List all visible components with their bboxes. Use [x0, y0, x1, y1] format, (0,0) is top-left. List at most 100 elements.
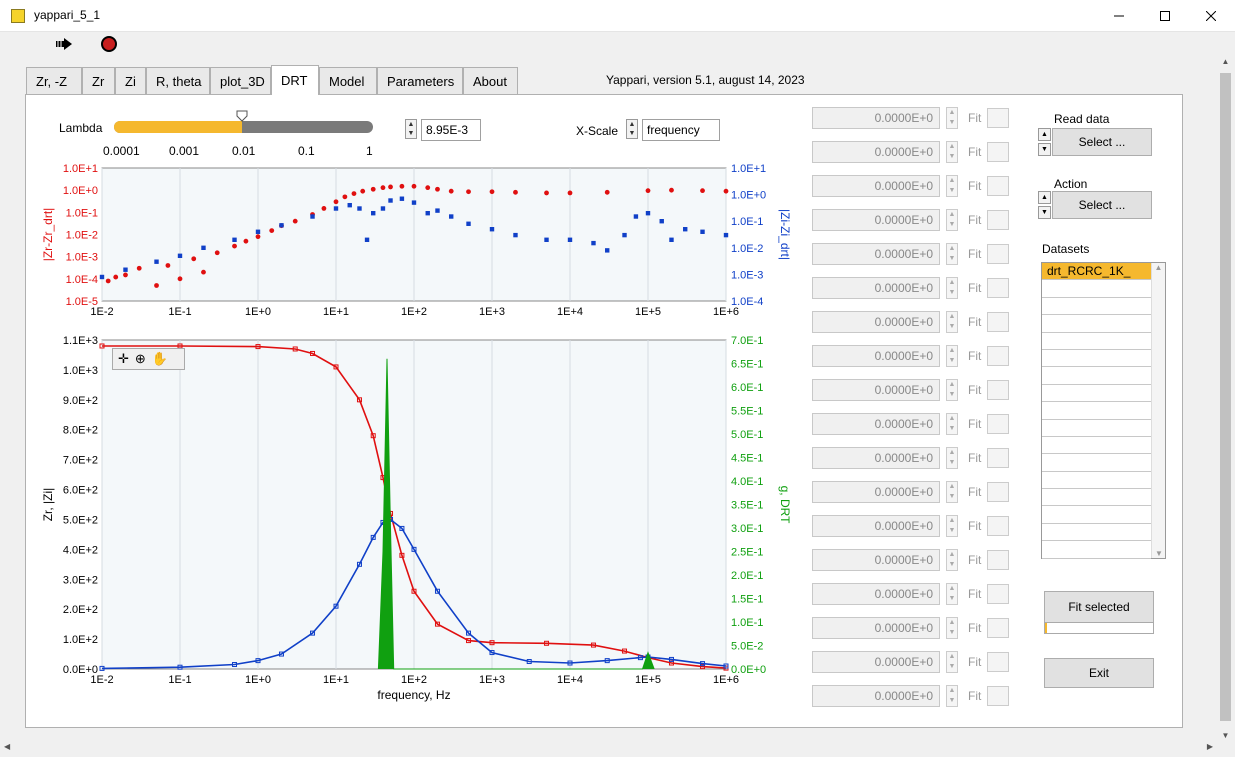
exit-button[interactable]: Exit	[1044, 658, 1154, 688]
fit-param-value[interactable]: 0.0000E+0	[812, 379, 940, 401]
fit-param-spinner[interactable]: ▲ ▼	[946, 345, 958, 367]
fit-checkbox[interactable]	[987, 516, 1009, 536]
dataset-row[interactable]	[1042, 280, 1151, 298]
lambda-slider[interactable]	[114, 121, 373, 133]
fit-param-spinner[interactable]: ▲ ▼	[946, 481, 958, 503]
fit-param-spinner[interactable]: ▲ ▼	[946, 447, 958, 469]
dataset-row[interactable]	[1042, 437, 1151, 455]
datasets-list[interactable]: drt_RCRC_1K_ ▲ ▼	[1041, 262, 1166, 559]
fit-checkbox[interactable]	[987, 142, 1009, 162]
fit-checkbox[interactable]	[987, 652, 1009, 672]
fit-param-spinner[interactable]: ▲ ▼	[946, 651, 958, 673]
fit-param-value[interactable]: 0.0000E+0	[812, 311, 940, 333]
tab-zi[interactable]: Zi	[115, 67, 146, 94]
fit-checkbox[interactable]	[987, 448, 1009, 468]
fit-param-spinner[interactable]: ▲ ▼	[946, 277, 958, 299]
fit-param-value[interactable]: 0.0000E+0	[812, 685, 940, 707]
fit-param-spinner[interactable]: ▲ ▼	[946, 175, 958, 197]
fit-param-value[interactable]: 0.0000E+0	[812, 141, 940, 163]
fit-param-value[interactable]: 0.0000E+0	[812, 481, 940, 503]
fit-param-spinner[interactable]: ▲ ▼	[946, 617, 958, 639]
tab-zr-z[interactable]: Zr, -Z	[26, 67, 82, 94]
stop-icon[interactable]	[101, 36, 117, 52]
horizontal-scrollbar[interactable]: ◀ ▶	[0, 740, 1217, 757]
read-data-select[interactable]: Select ...	[1052, 128, 1152, 156]
fit-param-spinner[interactable]: ▲ ▼	[946, 515, 958, 537]
fit-param-spinner[interactable]: ▲ ▼	[946, 107, 958, 129]
zoom-icon[interactable]: ⊕	[135, 351, 146, 367]
lambda-slider-thumb[interactable]	[236, 110, 248, 122]
fit-param-value[interactable]: 0.0000E+0	[812, 175, 940, 197]
close-button[interactable]	[1188, 0, 1234, 32]
xscale-spinner[interactable]: ▲ ▼	[626, 119, 638, 139]
fit-checkbox[interactable]	[987, 312, 1009, 332]
dataset-row[interactable]	[1042, 472, 1151, 490]
dataset-row[interactable]	[1042, 350, 1151, 368]
fit-param-value[interactable]: 0.0000E+0	[812, 583, 940, 605]
tab-about[interactable]: About	[463, 67, 518, 94]
fit-param-value[interactable]: 0.0000E+0	[812, 515, 940, 537]
dataset-row[interactable]	[1042, 489, 1151, 507]
tab-zr[interactable]: Zr	[82, 67, 115, 94]
run-arrow-icon[interactable]	[55, 36, 73, 52]
fit-param-spinner[interactable]: ▲ ▼	[946, 311, 958, 333]
fit-param-value[interactable]: 0.0000E+0	[812, 107, 940, 129]
fit-param-value[interactable]: 0.0000E+0	[812, 209, 940, 231]
fit-param-value[interactable]: 0.0000E+0	[812, 345, 940, 367]
fit-checkbox[interactable]	[987, 686, 1009, 706]
fit-param-value[interactable]: 0.0000E+0	[812, 413, 940, 435]
fit-checkbox[interactable]	[987, 380, 1009, 400]
tab-parameters[interactable]: Parameters	[377, 67, 463, 94]
dataset-row[interactable]	[1042, 333, 1151, 350]
action-spinner[interactable]: ▲ ▼	[1038, 191, 1051, 219]
fit-param-value[interactable]: 0.0000E+0	[812, 549, 940, 571]
datasets-scrollbar[interactable]: ▲ ▼	[1151, 263, 1165, 558]
dataset-row[interactable]	[1042, 420, 1151, 437]
tab-drt[interactable]: DRT	[271, 65, 319, 95]
dataset-row[interactable]	[1042, 524, 1151, 542]
fit-checkbox[interactable]	[987, 414, 1009, 434]
fit-checkbox[interactable]	[987, 550, 1009, 570]
dataset-row[interactable]	[1042, 385, 1151, 403]
pan-hand-icon[interactable]: ✋	[152, 351, 168, 367]
fit-param-value[interactable]: 0.0000E+0	[812, 277, 940, 299]
fit-param-spinner[interactable]: ▲ ▼	[946, 379, 958, 401]
crosshair-icon[interactable]: ✛	[118, 351, 129, 367]
read-data-spinner[interactable]: ▲ ▼	[1038, 128, 1051, 156]
fit-checkbox[interactable]	[987, 618, 1009, 638]
dataset-row[interactable]	[1042, 541, 1151, 559]
dataset-row[interactable]	[1042, 367, 1151, 385]
maximize-button[interactable]	[1142, 0, 1188, 32]
fit-checkbox[interactable]	[987, 210, 1009, 230]
dataset-row[interactable]	[1042, 298, 1151, 316]
lambda-value-field[interactable]: 8.95E-3	[421, 119, 481, 141]
action-select[interactable]: Select ...	[1052, 191, 1152, 219]
fit-param-spinner[interactable]: ▲ ▼	[946, 209, 958, 231]
dataset-row[interactable]: drt_RCRC_1K_	[1042, 263, 1151, 281]
tab-plot-3d[interactable]: plot_3D	[210, 67, 271, 94]
dataset-row[interactable]	[1042, 315, 1151, 333]
fit-checkbox[interactable]	[987, 584, 1009, 604]
fit-param-spinner[interactable]: ▲ ▼	[946, 141, 958, 163]
fit-param-spinner[interactable]: ▲ ▼	[946, 549, 958, 571]
fit-param-value[interactable]: 0.0000E+0	[812, 243, 940, 265]
dataset-row[interactable]	[1042, 402, 1151, 420]
fit-checkbox[interactable]	[987, 244, 1009, 264]
dataset-row[interactable]	[1042, 506, 1151, 524]
fit-checkbox[interactable]	[987, 176, 1009, 196]
fit-param-spinner[interactable]: ▲ ▼	[946, 685, 958, 707]
fit-checkbox[interactable]	[987, 482, 1009, 502]
dataset-row[interactable]	[1042, 454, 1151, 472]
fit-param-spinner[interactable]: ▲ ▼	[946, 583, 958, 605]
lambda-spinner[interactable]: ▲ ▼	[405, 119, 417, 139]
fit-param-value[interactable]: 0.0000E+0	[812, 447, 940, 469]
tab-r-theta[interactable]: R, theta	[146, 67, 210, 94]
fit-checkbox[interactable]	[987, 346, 1009, 366]
fit-param-spinner[interactable]: ▲ ▼	[946, 413, 958, 435]
fit-param-value[interactable]: 0.0000E+0	[812, 651, 940, 673]
fit-checkbox[interactable]	[987, 108, 1009, 128]
minimize-button[interactable]	[1096, 0, 1142, 32]
xscale-field[interactable]: frequency	[642, 119, 720, 141]
fit-checkbox[interactable]	[987, 278, 1009, 298]
tab-model[interactable]: Model	[319, 67, 377, 94]
